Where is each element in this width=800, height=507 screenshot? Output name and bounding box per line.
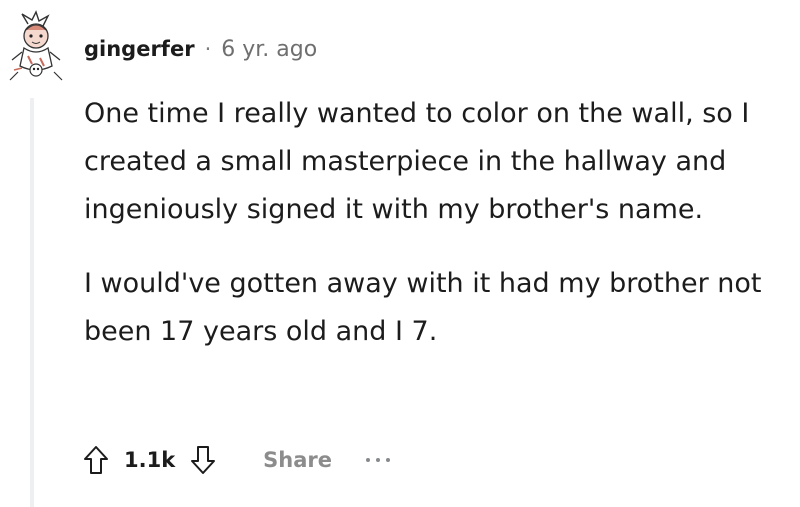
avatar-icon: [9, 10, 63, 81]
comment: gingerfer · 6 yr. ago One time I really …: [0, 0, 800, 507]
ellipsis-icon-dot: [376, 458, 381, 462]
downvote-button[interactable]: [189, 444, 217, 476]
vote-score: 1.1k: [124, 448, 176, 472]
username[interactable]: gingerfer: [84, 37, 195, 61]
thread-line[interactable]: [30, 98, 34, 507]
timestamp[interactable]: 6 yr. ago: [221, 37, 317, 62]
arrow-down-outline-icon: [191, 446, 216, 474]
comment-paragraph-1: One time I really wanted to color on the…: [84, 98, 750, 225]
share-button[interactable]: Share: [263, 448, 332, 472]
comment-paragraph-2: I would've gotten away with it had my br…: [84, 268, 762, 347]
arrow-up-outline-icon: [84, 446, 108, 474]
avatar[interactable]: [6, 10, 66, 82]
ellipsis-icon-dot: [386, 458, 391, 462]
comment-actions: 1.1k Share: [82, 438, 391, 482]
comment-body: One time I really wanted to color on the…: [84, 90, 796, 356]
more-options-button[interactable]: [366, 450, 391, 470]
upvote-button[interactable]: [82, 444, 110, 476]
comment-meta: gingerfer · 6 yr. ago: [84, 33, 317, 65]
ellipsis-icon-dot: [366, 458, 371, 462]
meta-separator: ·: [204, 37, 212, 61]
